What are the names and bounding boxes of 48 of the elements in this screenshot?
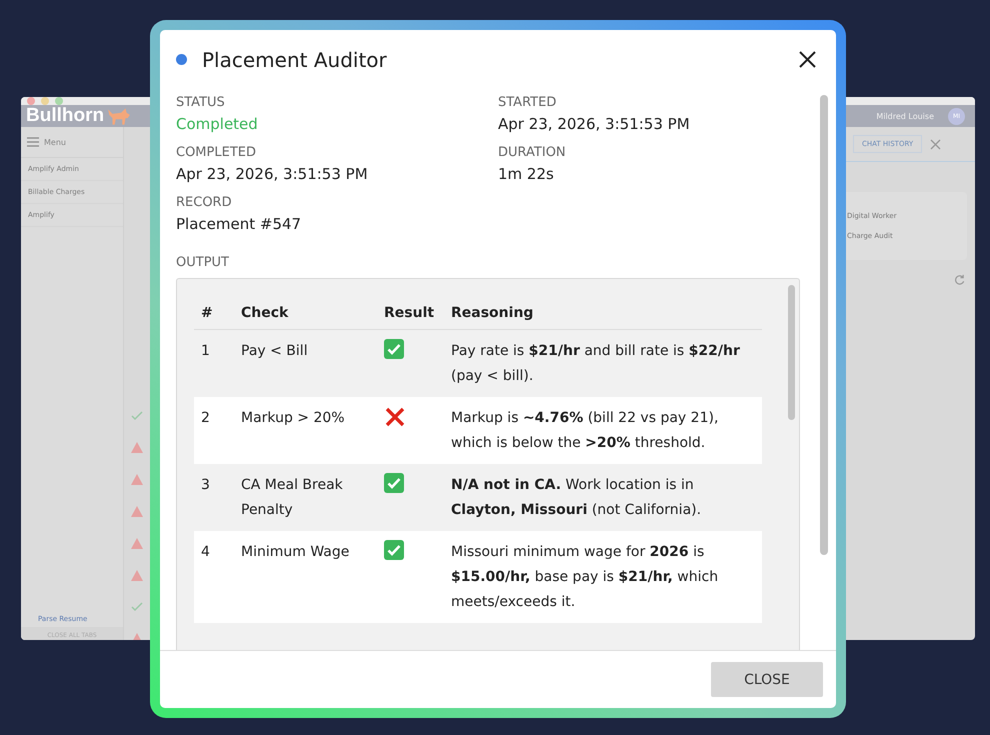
warning-icon [131,442,143,453]
menu-icon [27,137,39,147]
field-label: DURATION [498,145,567,160]
table-cell-text: Pay < Bill [240,342,309,361]
menu-button[interactable]: Menu [21,127,123,158]
table-cell-text: N/A not in CA. Work location is in Clayton, Missouri (not California). [450,476,702,520]
column-header: # [200,305,214,321]
table-cell-text: 3 [200,476,211,495]
warning-icon [131,474,143,485]
table-cell-text: CA Meal Break Penalty [240,476,344,520]
close-button[interactable]: CLOSE [711,662,823,697]
dialog-title: Placement Auditor [202,48,387,72]
check-icon [131,411,143,421]
minimize-window-icon[interactable] [41,97,49,105]
field-label: RECORD [176,195,233,210]
logo-text: Bullhorn [26,105,104,127]
column-header: Check [240,305,290,321]
table-cell-text: Pay rate is $21/hr and bill rate is $22/hr (pay < bill). [450,342,741,386]
status-dot-icon [176,54,187,65]
column-header: Reasoning [450,305,534,321]
warning-icon [131,570,143,581]
maximize-window-icon[interactable] [55,97,63,105]
field-value: Placement #547 [176,215,302,233]
table-cell-text: Missouri minimum wage for 2026 is $15.00/hr, base pay is $21/hr, which meets/exceeds it. [450,543,720,612]
column-header: Result [383,305,436,321]
refresh-icon[interactable] [954,274,965,285]
table-cell-text: 2 [200,409,211,428]
user-name[interactable]: Mildred Louise [876,112,934,120]
field-value: Apr 23, 2026, 3:51:53 PM [176,165,369,183]
field-value: 1m 22s [498,165,555,183]
table-cell-text: Markup > 20% [240,409,346,428]
check-icon [131,602,143,612]
close-window-icon[interactable] [27,97,35,105]
table-cell-text: 1 [200,342,211,361]
warning-icon [131,538,143,549]
table-cell-text: Minimum Wage [240,543,350,562]
scrollbar[interactable] [820,95,828,555]
field-value: Completed [176,115,259,133]
scrollbar[interactable] [788,285,795,420]
table-cell-text: Markup is ~4.76% (bill 22 vs pay 21), which is below the >20% threshold. [450,409,720,453]
output-label: OUTPUT [176,255,230,270]
warning-icon [131,506,143,517]
field-value: Apr 23, 2026, 3:51:53 PM [498,115,691,133]
table-cell-text: 4 [200,543,211,562]
field-label: COMPLETED [176,145,257,160]
field-label: STARTED [498,95,558,110]
field-label: STATUS [176,95,226,110]
close-icon[interactable] [799,51,816,68]
